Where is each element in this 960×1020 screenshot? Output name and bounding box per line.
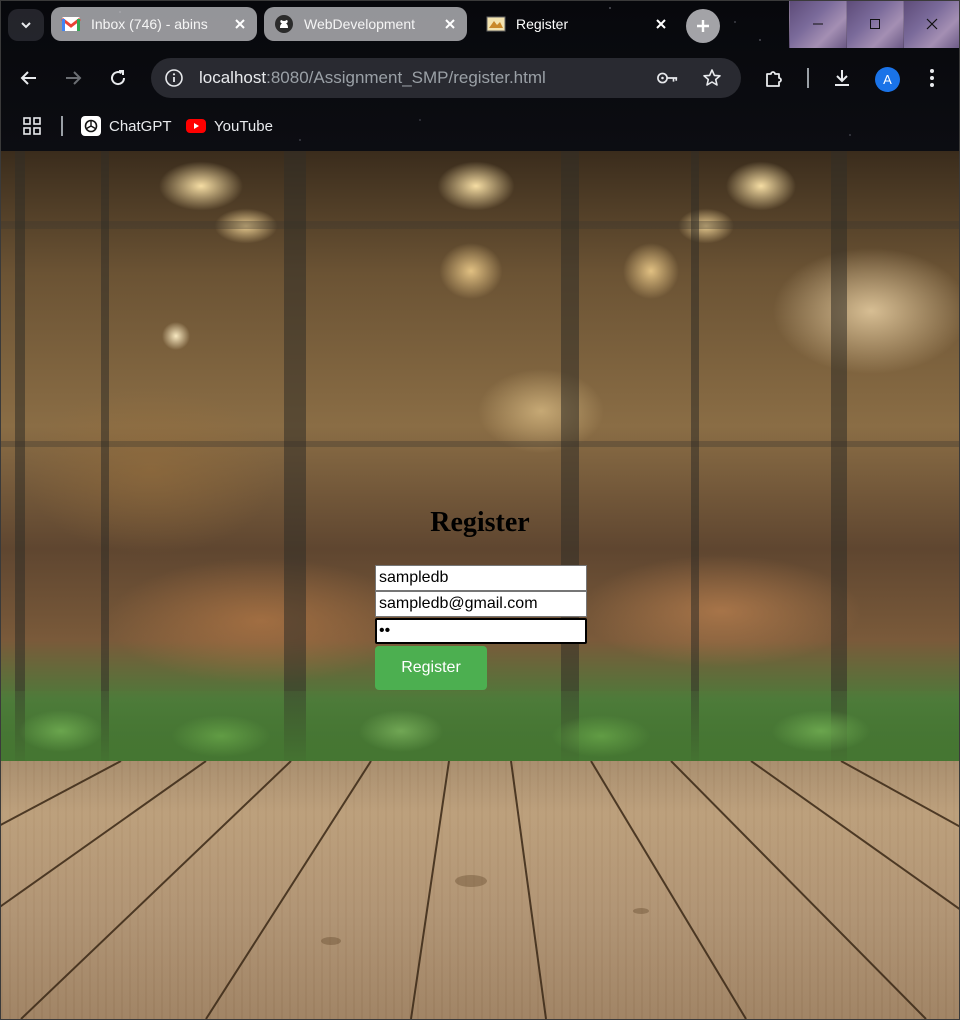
tab-title: Inbox (746) - abins xyxy=(91,16,208,32)
menu-button[interactable] xyxy=(916,62,948,94)
star-icon[interactable] xyxy=(701,67,723,89)
tab-register[interactable]: Register xyxy=(476,7,678,41)
close-icon xyxy=(926,18,938,30)
kebab-menu-icon xyxy=(930,69,934,87)
tab-inbox[interactable]: Inbox (746) - abins xyxy=(51,7,257,41)
plus-icon xyxy=(697,20,709,32)
browser-toolbar: localhost:8080/Assignment_SMP/register.h… xyxy=(0,48,960,110)
site-info-icon[interactable] xyxy=(163,67,185,89)
profile-avatar[interactable]: A xyxy=(875,67,900,92)
gmail-icon xyxy=(61,14,81,34)
key-icon[interactable] xyxy=(657,67,679,89)
url-path: :8080/Assignment_SMP/register.html xyxy=(266,68,546,87)
close-icon[interactable] xyxy=(652,15,670,33)
downloads-button[interactable] xyxy=(826,62,858,94)
url-host: localhost xyxy=(199,68,267,87)
tab-webdevelopment[interactable]: WebDevelopment xyxy=(264,7,467,41)
page-viewport: Register Register xyxy=(1,151,959,1019)
tab-title: WebDevelopment xyxy=(304,16,416,32)
reload-icon xyxy=(111,70,126,86)
apps-grid-icon[interactable] xyxy=(22,116,42,136)
maximize-icon xyxy=(870,19,880,29)
arrow-left-icon xyxy=(20,71,36,85)
back-button[interactable] xyxy=(13,62,45,94)
browser-chrome: Inbox (746) - abins WebDevelopment Regis… xyxy=(0,0,960,151)
new-tab-button[interactable] xyxy=(686,9,720,43)
bookmark-label: YouTube xyxy=(214,117,273,135)
chatgpt-icon xyxy=(81,116,101,136)
puzzle-icon xyxy=(766,71,782,87)
extensions-button[interactable] xyxy=(759,62,791,94)
tab-strip: Inbox (746) - abins WebDevelopment Regis… xyxy=(0,0,960,48)
chevron-down-icon xyxy=(21,22,31,29)
tab-title: Register xyxy=(516,16,569,32)
address-bar[interactable]: localhost:8080/Assignment_SMP/register.h… xyxy=(151,58,741,98)
forward-button[interactable] xyxy=(57,62,89,94)
maximize-button[interactable] xyxy=(846,0,903,48)
minimize-icon xyxy=(813,23,823,25)
password-field[interactable] xyxy=(375,618,587,644)
close-window-button[interactable] xyxy=(903,0,960,48)
bookmark-youtube[interactable]: YouTube xyxy=(186,114,273,138)
bookmark-label: ChatGPT xyxy=(109,117,172,135)
bookmark-chatgpt[interactable]: ChatGPT xyxy=(81,114,172,138)
minimize-button[interactable] xyxy=(789,0,846,48)
close-icon[interactable] xyxy=(441,15,459,33)
close-icon[interactable] xyxy=(231,15,249,33)
username-field[interactable] xyxy=(375,565,587,591)
bookmarks-divider xyxy=(61,116,63,136)
window-controls xyxy=(789,0,960,48)
register-button[interactable]: Register xyxy=(375,646,487,690)
arrow-right-icon xyxy=(66,71,82,85)
bookmarks-bar: ChatGPT YouTube xyxy=(0,110,960,142)
download-icon xyxy=(835,70,849,86)
tab-search-button[interactable] xyxy=(8,9,44,41)
page-favicon-icon xyxy=(486,14,506,34)
register-form: Register Register xyxy=(1,151,959,1019)
youtube-icon xyxy=(186,116,206,136)
url-text: localhost:8080/Assignment_SMP/register.h… xyxy=(199,68,546,88)
github-icon xyxy=(274,14,294,34)
page-title: Register xyxy=(430,507,530,538)
email-field[interactable] xyxy=(375,591,587,617)
toolbar-divider xyxy=(807,68,809,88)
reload-button[interactable] xyxy=(102,62,134,94)
